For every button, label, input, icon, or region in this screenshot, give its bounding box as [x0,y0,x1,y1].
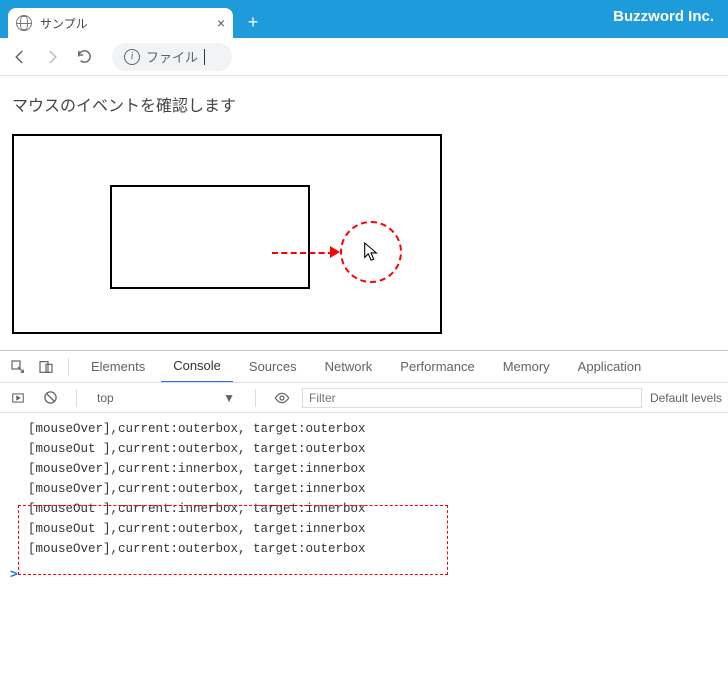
console-log-line: [mouseOver],current:outerbox, target:out… [0,539,728,559]
play-icon[interactable] [6,386,30,410]
inspect-icon[interactable] [6,355,30,379]
clear-console-icon[interactable] [38,386,62,410]
browser-toolbar: i ファイル [0,38,728,76]
page-content: マウスのイベントを確認します [0,76,728,350]
address-bar[interactable]: i ファイル [112,43,232,71]
text-cursor [204,49,205,65]
close-icon[interactable]: × [217,15,225,31]
tab-application[interactable]: Application [566,351,654,383]
tab-elements[interactable]: Elements [79,351,157,383]
filter-input[interactable] [302,388,642,408]
cursor-icon [362,241,380,263]
titlebar: サンプル × + Buzzword Inc. [0,0,728,38]
tab-performance[interactable]: Performance [388,351,486,383]
devtools-tabbar: Elements Console Sources Network Perform… [0,351,728,383]
outer-box[interactable] [12,134,442,334]
context-label: top [97,391,114,405]
context-selector[interactable]: top ▼ [91,391,241,405]
page-title: マウスのイベントを確認します [12,92,716,116]
console-log-line: [mouseOut ],current:outerbox, target:inn… [0,519,728,539]
separator [76,389,77,407]
demo-stage [12,134,716,334]
console-toolbar: top ▼ Default levels [0,383,728,413]
console-log-line: [mouseOver],current:innerbox, target:inn… [0,459,728,479]
separator [255,389,256,407]
reload-button[interactable] [74,47,94,67]
info-icon: i [124,49,140,65]
inner-box[interactable] [110,185,310,289]
arrow-line [272,252,334,254]
log-level-selector[interactable]: Default levels [650,391,722,405]
console-log-line: [mouseOut ],current:outerbox, target:out… [0,439,728,459]
arrow-head-icon [330,246,340,258]
browser-tab[interactable]: サンプル × [8,8,233,38]
console-output: [mouseOver],current:outerbox, target:out… [0,413,728,563]
cursor-ring [340,221,402,283]
brand-label: Buzzword Inc. [613,8,714,25]
console-prompt[interactable]: > [0,563,728,586]
console-log-line: [mouseOver],current:outerbox, target:inn… [0,479,728,499]
eye-icon[interactable] [270,386,294,410]
back-button[interactable] [10,47,30,67]
address-text: ファイル [146,47,198,66]
tab-network[interactable]: Network [313,351,385,383]
devtools-panel: Elements Console Sources Network Perform… [0,350,728,680]
forward-button[interactable] [42,47,62,67]
globe-icon [16,15,32,31]
browser-window: サンプル × + Buzzword Inc. i ファイル マウスのイベントを確… [0,0,728,680]
new-tab-button[interactable]: + [239,8,267,36]
tab-title: サンプル [40,15,209,32]
chevron-down-icon: ▼ [223,391,235,405]
tab-sources[interactable]: Sources [237,351,309,383]
device-toggle-icon[interactable] [34,355,58,379]
console-log-line: [mouseOver],current:outerbox, target:out… [0,419,728,439]
tab-console[interactable]: Console [161,351,233,383]
tab-memory[interactable]: Memory [491,351,562,383]
console-log-line: [mouseOut ],current:innerbox, target:inn… [0,499,728,519]
separator [68,358,69,376]
